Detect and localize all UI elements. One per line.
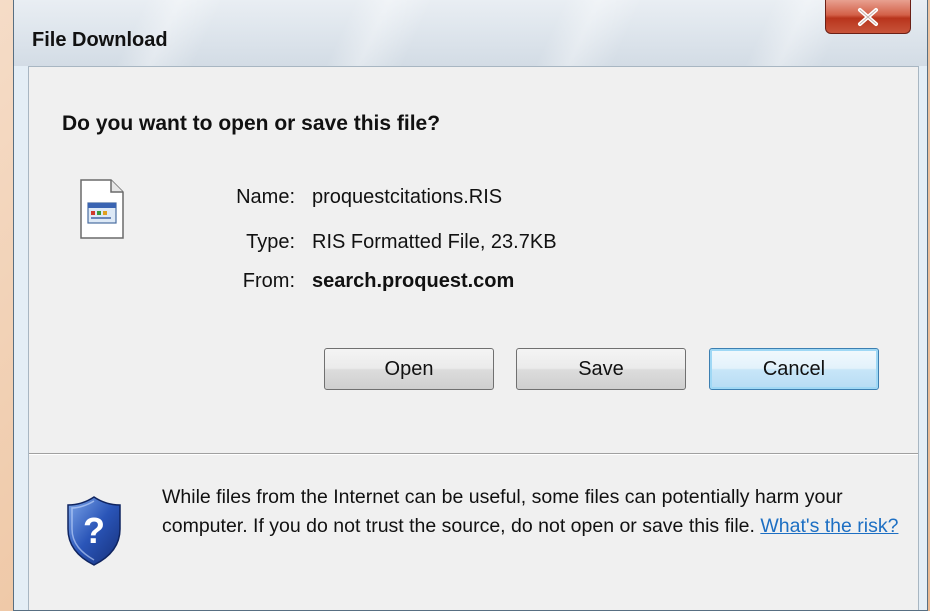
cancel-button[interactable]: Cancel bbox=[709, 348, 879, 390]
shield-question-icon: ? bbox=[67, 496, 121, 566]
close-button[interactable] bbox=[825, 0, 911, 34]
whats-the-risk-link[interactable]: What's the risk? bbox=[760, 515, 898, 537]
dialog-body: Do you want to open or save this file? N… bbox=[28, 66, 919, 610]
title-bar[interactable]: File Download bbox=[14, 0, 927, 66]
file-source-row: From: search.proquest.com bbox=[29, 270, 729, 300]
dialog-question: Do you want to open or save this file? bbox=[62, 112, 441, 135]
warning-text: While files from the Internet can be use… bbox=[162, 486, 843, 537]
security-warning: While files from the Internet can be use… bbox=[162, 483, 902, 541]
svg-text:?: ? bbox=[83, 510, 105, 551]
file-type-row: Type: RIS Formatted File, 23.7KB bbox=[29, 231, 729, 261]
security-warning-panel: ? While files from the Internet can be u… bbox=[29, 455, 918, 610]
close-icon bbox=[858, 7, 878, 26]
from-label: From: bbox=[242, 270, 295, 292]
file-name-row: Name: proquestcitations.RIS bbox=[29, 186, 729, 216]
file-type-value: RIS Formatted File, 23.7KB bbox=[312, 231, 557, 253]
file-source-value: search.proquest.com bbox=[312, 270, 515, 292]
window-title: File Download bbox=[32, 29, 168, 51]
name-label: Name: bbox=[236, 186, 295, 208]
file-download-dialog: File Download Do you want to open or sav… bbox=[13, 0, 928, 611]
save-button[interactable]: Save bbox=[516, 348, 686, 390]
type-label: Type: bbox=[246, 231, 295, 253]
file-info-panel: Do you want to open or save this file? N… bbox=[29, 67, 918, 453]
open-button[interactable]: Open bbox=[324, 348, 494, 390]
file-name-value: proquestcitations.RIS bbox=[312, 186, 503, 208]
